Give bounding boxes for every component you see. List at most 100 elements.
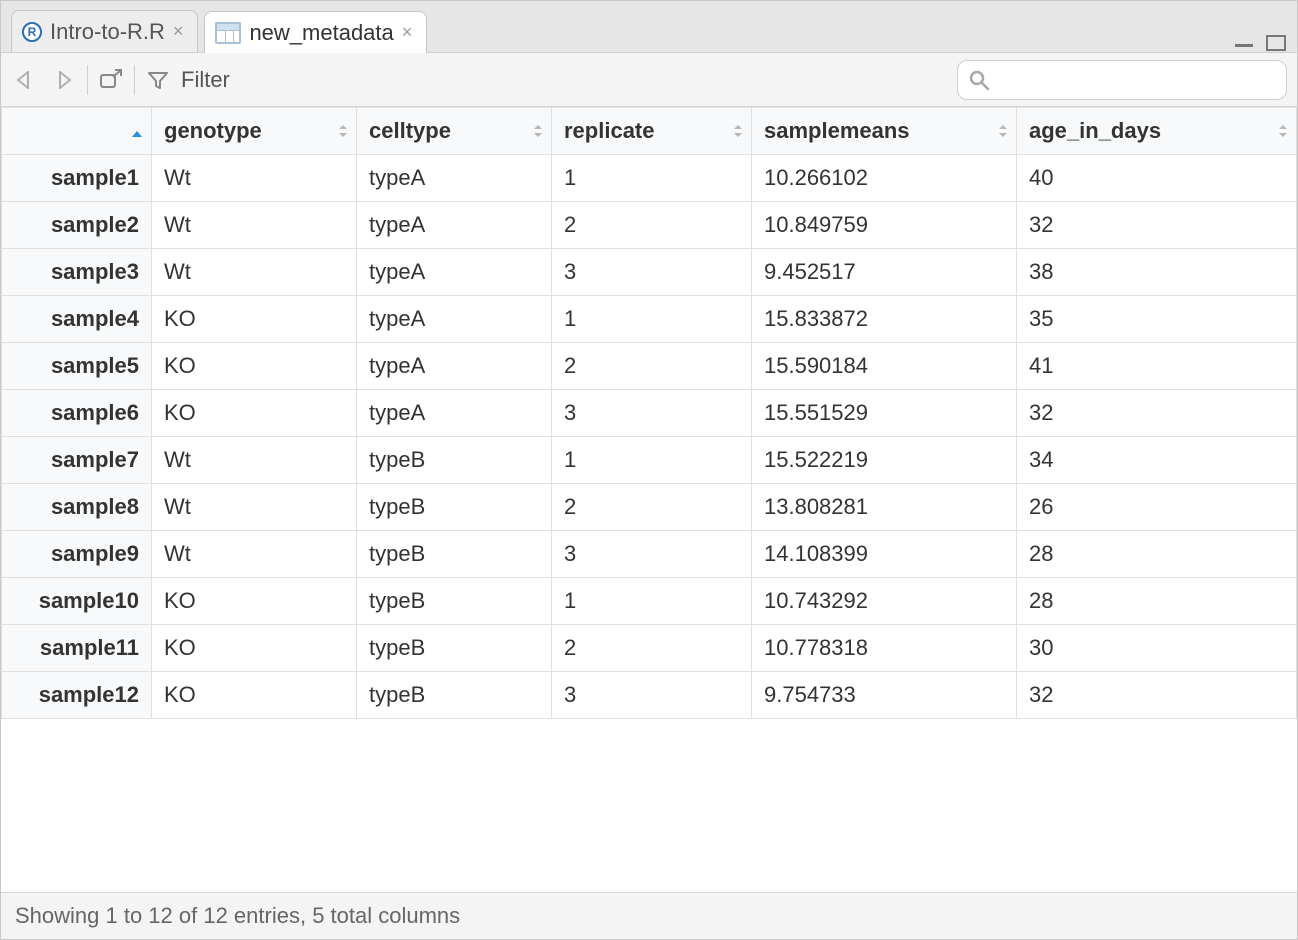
table-row[interactable]: sample2WttypeA210.84975932: [2, 202, 1297, 249]
cell-replicate[interactable]: 2: [552, 343, 752, 390]
cell-age_in_days[interactable]: 32: [1017, 390, 1297, 437]
row-name-cell[interactable]: sample10: [2, 578, 152, 625]
cell-samplemeans[interactable]: 15.590184: [752, 343, 1017, 390]
minimize-icon[interactable]: [1231, 34, 1257, 52]
table-row[interactable]: sample12KOtypeB39.75473332: [2, 672, 1297, 719]
tab-intro-to-r[interactable]: R Intro-to-R.R ×: [11, 10, 198, 52]
cell-celltype[interactable]: typeB: [357, 672, 552, 719]
cell-age_in_days[interactable]: 35: [1017, 296, 1297, 343]
cell-genotype[interactable]: Wt: [152, 249, 357, 296]
cell-replicate[interactable]: 2: [552, 484, 752, 531]
cell-replicate[interactable]: 3: [552, 390, 752, 437]
cell-age_in_days[interactable]: 34: [1017, 437, 1297, 484]
cell-genotype[interactable]: KO: [152, 343, 357, 390]
cell-age_in_days[interactable]: 26: [1017, 484, 1297, 531]
cell-age_in_days[interactable]: 32: [1017, 672, 1297, 719]
cell-samplemeans[interactable]: 9.754733: [752, 672, 1017, 719]
nav-forward-icon[interactable]: [49, 66, 77, 94]
cell-celltype[interactable]: typeA: [357, 155, 552, 202]
column-header-replicate[interactable]: replicate: [552, 108, 752, 155]
cell-age_in_days[interactable]: 28: [1017, 531, 1297, 578]
cell-celltype[interactable]: typeA: [357, 343, 552, 390]
cell-replicate[interactable]: 1: [552, 155, 752, 202]
cell-replicate[interactable]: 1: [552, 437, 752, 484]
cell-replicate[interactable]: 3: [552, 531, 752, 578]
cell-replicate[interactable]: 3: [552, 249, 752, 296]
filter-label[interactable]: Filter: [181, 67, 230, 93]
column-header-age-in-days[interactable]: age_in_days: [1017, 108, 1297, 155]
cell-celltype[interactable]: typeA: [357, 202, 552, 249]
cell-samplemeans[interactable]: 10.266102: [752, 155, 1017, 202]
table-row[interactable]: sample1WttypeA110.26610240: [2, 155, 1297, 202]
cell-genotype[interactable]: Wt: [152, 202, 357, 249]
data-grid[interactable]: genotype celltype re: [1, 107, 1297, 892]
row-name-cell[interactable]: sample4: [2, 296, 152, 343]
row-name-cell[interactable]: sample6: [2, 390, 152, 437]
cell-celltype[interactable]: typeB: [357, 625, 552, 672]
column-header-celltype[interactable]: celltype: [357, 108, 552, 155]
cell-age_in_days[interactable]: 28: [1017, 578, 1297, 625]
close-icon[interactable]: ×: [402, 22, 413, 43]
table-row[interactable]: sample7WttypeB115.52221934: [2, 437, 1297, 484]
table-row[interactable]: sample5KOtypeA215.59018441: [2, 343, 1297, 390]
cell-replicate[interactable]: 3: [552, 672, 752, 719]
search-box[interactable]: [957, 60, 1287, 100]
table-row[interactable]: sample10KOtypeB110.74329228: [2, 578, 1297, 625]
cell-samplemeans[interactable]: 10.743292: [752, 578, 1017, 625]
cell-genotype[interactable]: Wt: [152, 484, 357, 531]
cell-genotype[interactable]: Wt: [152, 437, 357, 484]
tab-new-metadata[interactable]: new_metadata ×: [204, 11, 427, 53]
cell-replicate[interactable]: 2: [552, 202, 752, 249]
cell-age_in_days[interactable]: 38: [1017, 249, 1297, 296]
close-icon[interactable]: ×: [173, 21, 184, 42]
table-row[interactable]: sample3WttypeA39.45251738: [2, 249, 1297, 296]
cell-age_in_days[interactable]: 40: [1017, 155, 1297, 202]
table-row[interactable]: sample11KOtypeB210.77831830: [2, 625, 1297, 672]
cell-celltype[interactable]: typeB: [357, 437, 552, 484]
table-row[interactable]: sample4KOtypeA115.83387235: [2, 296, 1297, 343]
cell-samplemeans[interactable]: 10.849759: [752, 202, 1017, 249]
filter-icon[interactable]: [145, 67, 171, 93]
row-name-cell[interactable]: sample8: [2, 484, 152, 531]
cell-genotype[interactable]: KO: [152, 390, 357, 437]
column-header-genotype[interactable]: genotype: [152, 108, 357, 155]
cell-samplemeans[interactable]: 13.808281: [752, 484, 1017, 531]
cell-samplemeans[interactable]: 10.778318: [752, 625, 1017, 672]
cell-genotype[interactable]: KO: [152, 578, 357, 625]
cell-celltype[interactable]: typeB: [357, 531, 552, 578]
row-name-cell[interactable]: sample3: [2, 249, 152, 296]
cell-samplemeans[interactable]: 9.452517: [752, 249, 1017, 296]
rownames-header[interactable]: [2, 108, 152, 155]
search-input[interactable]: [998, 68, 1276, 91]
row-name-cell[interactable]: sample7: [2, 437, 152, 484]
cell-genotype[interactable]: Wt: [152, 155, 357, 202]
cell-celltype[interactable]: typeB: [357, 484, 552, 531]
cell-celltype[interactable]: typeB: [357, 578, 552, 625]
cell-replicate[interactable]: 2: [552, 625, 752, 672]
row-name-cell[interactable]: sample5: [2, 343, 152, 390]
cell-celltype[interactable]: typeA: [357, 390, 552, 437]
cell-replicate[interactable]: 1: [552, 296, 752, 343]
table-row[interactable]: sample8WttypeB213.80828126: [2, 484, 1297, 531]
cell-genotype[interactable]: KO: [152, 625, 357, 672]
cell-genotype[interactable]: KO: [152, 296, 357, 343]
cell-samplemeans[interactable]: 15.551529: [752, 390, 1017, 437]
table-row[interactable]: sample9WttypeB314.10839928: [2, 531, 1297, 578]
cell-celltype[interactable]: typeA: [357, 249, 552, 296]
column-header-samplemeans[interactable]: samplemeans: [752, 108, 1017, 155]
cell-age_in_days[interactable]: 30: [1017, 625, 1297, 672]
cell-age_in_days[interactable]: 32: [1017, 202, 1297, 249]
row-name-cell[interactable]: sample9: [2, 531, 152, 578]
cell-genotype[interactable]: Wt: [152, 531, 357, 578]
maximize-icon[interactable]: [1263, 34, 1289, 52]
cell-samplemeans[interactable]: 14.108399: [752, 531, 1017, 578]
popout-icon[interactable]: [98, 67, 124, 93]
nav-back-icon[interactable]: [11, 66, 39, 94]
cell-celltype[interactable]: typeA: [357, 296, 552, 343]
cell-genotype[interactable]: KO: [152, 672, 357, 719]
cell-age_in_days[interactable]: 41: [1017, 343, 1297, 390]
row-name-cell[interactable]: sample2: [2, 202, 152, 249]
row-name-cell[interactable]: sample1: [2, 155, 152, 202]
row-name-cell[interactable]: sample11: [2, 625, 152, 672]
table-row[interactable]: sample6KOtypeA315.55152932: [2, 390, 1297, 437]
